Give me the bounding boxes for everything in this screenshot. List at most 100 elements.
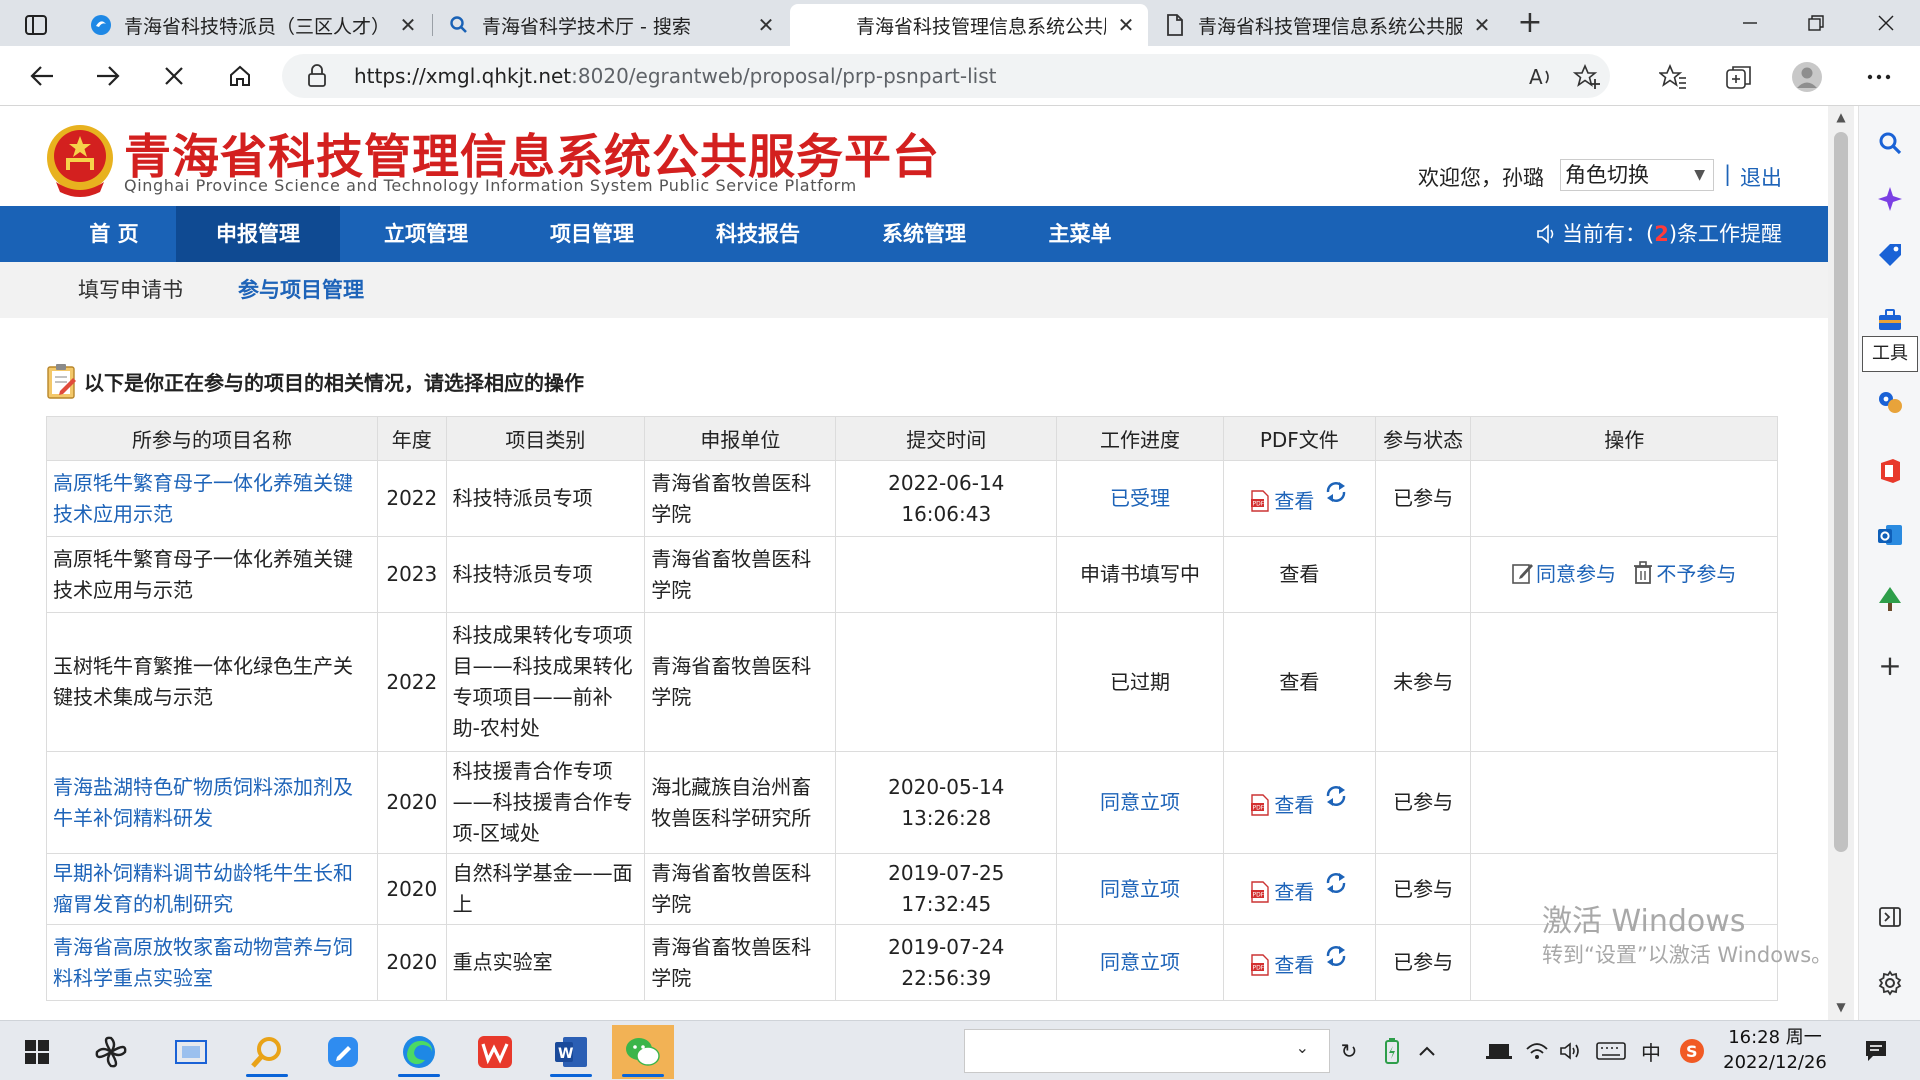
restore-icon[interactable] xyxy=(1796,8,1836,38)
wps-office-icon[interactable] xyxy=(464,1025,526,1079)
back-arrow-icon[interactable] xyxy=(22,58,62,94)
browser-tab-1[interactable]: 青海省科技特派员（三区人才）星 ✕ xyxy=(76,4,430,46)
scroll-up-icon[interactable]: ▲ xyxy=(1834,110,1848,124)
sidebar-games-icon[interactable] xyxy=(1873,386,1907,420)
forward-arrow-icon[interactable] xyxy=(88,58,128,94)
battery-charging-icon[interactable] xyxy=(1378,1035,1406,1067)
agree-participate-button[interactable]: 同意参与 xyxy=(1512,562,1616,586)
task-view-icon[interactable] xyxy=(160,1025,222,1079)
view-pdf-link[interactable]: 查看 xyxy=(1274,953,1314,977)
project-name-link[interactable]: 高原牦牛繁育母子一体化养殖关键技术应用示范 xyxy=(53,471,353,526)
volume-icon[interactable] xyxy=(1556,1035,1586,1067)
tab-close-icon[interactable]: ✕ xyxy=(398,13,418,37)
profile-avatar-icon[interactable] xyxy=(1790,60,1824,94)
browser-tab-4[interactable]: 青海省科技管理信息系统公共服务 ✕ xyxy=(1150,4,1504,46)
agree-participate-link[interactable]: 同意参与 xyxy=(1536,562,1616,586)
refresh-icon[interactable] xyxy=(1324,480,1348,504)
search-app-icon[interactable] xyxy=(236,1025,298,1079)
close-window-icon[interactable] xyxy=(1866,8,1906,38)
subnav-fill-application[interactable]: 填写申请书 xyxy=(78,262,183,318)
page-scrollbar[interactable]: ▲ ▼ xyxy=(1828,106,1854,1020)
nav-home[interactable]: 首 页 xyxy=(60,206,168,262)
view-pdf-link[interactable]: 查看 xyxy=(1274,489,1314,513)
project-name-link[interactable]: 青海盐湖特色矿物质饲料添加剂及牛羊补饲精料研发 xyxy=(53,775,353,830)
wechat-app-icon[interactable] xyxy=(612,1025,674,1079)
scrollbar-thumb[interactable] xyxy=(1834,132,1848,852)
sidebar-tree-icon[interactable] xyxy=(1873,582,1907,616)
svg-text:A: A xyxy=(1529,65,1543,89)
scroll-down-icon[interactable]: ▼ xyxy=(1834,1000,1848,1014)
tab-close-icon[interactable]: ✕ xyxy=(1472,13,1492,37)
sidebar-tools-icon[interactable] xyxy=(1873,302,1907,336)
minimize-icon[interactable] xyxy=(1730,8,1770,38)
laptop-battery-icon[interactable] xyxy=(1482,1035,1516,1067)
view-pdf-link[interactable]: 查看 xyxy=(1274,793,1314,817)
tab-actions-icon[interactable] xyxy=(18,10,54,40)
year-cell: 2020 xyxy=(376,751,447,854)
decline-participate-link[interactable]: 不予参与 xyxy=(1656,562,1736,586)
notes-app-icon[interactable] xyxy=(312,1025,374,1079)
sidebar-copilot-icon[interactable] xyxy=(1873,182,1907,216)
add-favorite-icon[interactable] xyxy=(1572,62,1602,92)
stop-loading-icon[interactable] xyxy=(154,58,194,94)
sogou-ime-icon[interactable]: S xyxy=(1676,1035,1708,1067)
ime-mode[interactable]: 中 xyxy=(1636,1035,1666,1067)
nav-tech-report[interactable]: 科技报告 xyxy=(676,206,840,262)
favorites-icon[interactable] xyxy=(1656,60,1690,94)
nav-system-management[interactable]: 系统管理 xyxy=(842,206,1006,262)
logout-link[interactable]: 退出 xyxy=(1740,162,1782,192)
word-app-icon[interactable]: W xyxy=(540,1025,602,1079)
nav-application-management[interactable]: 申报管理 xyxy=(176,206,340,262)
new-tab-icon[interactable]: + xyxy=(1512,8,1548,40)
home-icon[interactable] xyxy=(220,58,260,94)
work-reminder[interactable]: 当前有：(2)条工作提醒 xyxy=(1536,206,1782,262)
url-input[interactable]: https://xmgl.qhkjt.net:8020/egrantweb/pr… xyxy=(282,54,1610,98)
tab-close-icon[interactable]: ✕ xyxy=(1116,13,1136,37)
sidebar-hide-icon[interactable] xyxy=(1873,900,1907,934)
chevron-up-icon[interactable] xyxy=(1412,1035,1442,1067)
browser-tab-2[interactable]: 青海省科学技术厅 - 搜索 ✕ xyxy=(434,4,788,46)
role-switch-select[interactable]: 角色切换 ▼ xyxy=(1560,159,1714,191)
pinwheel-app-icon[interactable] xyxy=(80,1025,142,1079)
nav-project-management[interactable]: 项目管理 xyxy=(510,206,674,262)
keyboard-icon[interactable] xyxy=(1594,1035,1628,1067)
taskbar-clock[interactable]: 16:28 周一 2022/12/26 xyxy=(1720,1025,1830,1075)
progress-link[interactable]: 同意立项 xyxy=(1100,790,1180,814)
tab-close-icon[interactable]: ✕ xyxy=(756,13,776,37)
decline-participate-button[interactable]: 不予参与 xyxy=(1632,561,1736,586)
col-header-unit: 申报单位 xyxy=(644,416,837,461)
project-name-cell: 高原牦牛繁育母子一体化养殖关键技术应用示范 xyxy=(46,460,378,537)
project-name-link[interactable]: 早期补饲精料调节幼龄牦牛生长和瘤胃发育的机制研究 xyxy=(53,861,353,916)
collections-icon[interactable] xyxy=(1722,60,1756,94)
taskbar-search-input[interactable]: ⌄ xyxy=(964,1029,1330,1073)
sidebar-search-icon[interactable] xyxy=(1873,126,1907,160)
windows-start-icon[interactable] xyxy=(6,1025,68,1079)
sidebar-settings-gear-icon[interactable] xyxy=(1873,966,1907,1000)
view-pdf-link[interactable]: 查看 xyxy=(1274,880,1314,904)
lock-icon[interactable] xyxy=(306,64,328,88)
notification-icon[interactable] xyxy=(1856,1035,1896,1067)
subnav-participating-projects[interactable]: 参与项目管理 xyxy=(238,262,364,318)
read-aloud-icon[interactable]: A xyxy=(1526,62,1556,92)
progress-cell: 同意立项 xyxy=(1056,853,1224,925)
nav-main-menu[interactable]: 主菜单 xyxy=(1000,206,1160,262)
browser-tab-3-active[interactable]: 青海省科技管理信息系统公共服务 ✕ xyxy=(790,4,1148,46)
progress-link[interactable]: 同意立项 xyxy=(1100,877,1180,901)
refresh-icon[interactable] xyxy=(1324,944,1348,968)
refresh-tray-icon[interactable]: ↻ xyxy=(1334,1035,1364,1067)
sidebar-add-icon[interactable]: + xyxy=(1873,648,1907,682)
nav-approval-management[interactable]: 立项管理 xyxy=(344,206,508,262)
refresh-icon[interactable] xyxy=(1324,784,1348,808)
participating-projects-table: 所参与的项目名称 年度 项目类别 申报单位 提交时间 工作进度 PDF文件 参与… xyxy=(46,416,1778,1001)
sidebar-shopping-icon[interactable] xyxy=(1873,238,1907,272)
actions-cell xyxy=(1470,853,1778,925)
wifi-icon[interactable] xyxy=(1522,1035,1552,1067)
more-options-icon[interactable] xyxy=(1862,60,1896,94)
progress-link[interactable]: 同意立项 xyxy=(1100,950,1180,974)
refresh-icon[interactable] xyxy=(1324,871,1348,895)
sidebar-outlook-icon[interactable] xyxy=(1873,518,1907,552)
sidebar-office-icon[interactable] xyxy=(1873,454,1907,488)
project-name-link[interactable]: 青海省高原放牧家畜动物营养与饲料科学重点实验室 xyxy=(53,935,353,990)
progress-link[interactable]: 已受理 xyxy=(1110,486,1170,510)
edge-browser-icon[interactable] xyxy=(388,1025,450,1079)
